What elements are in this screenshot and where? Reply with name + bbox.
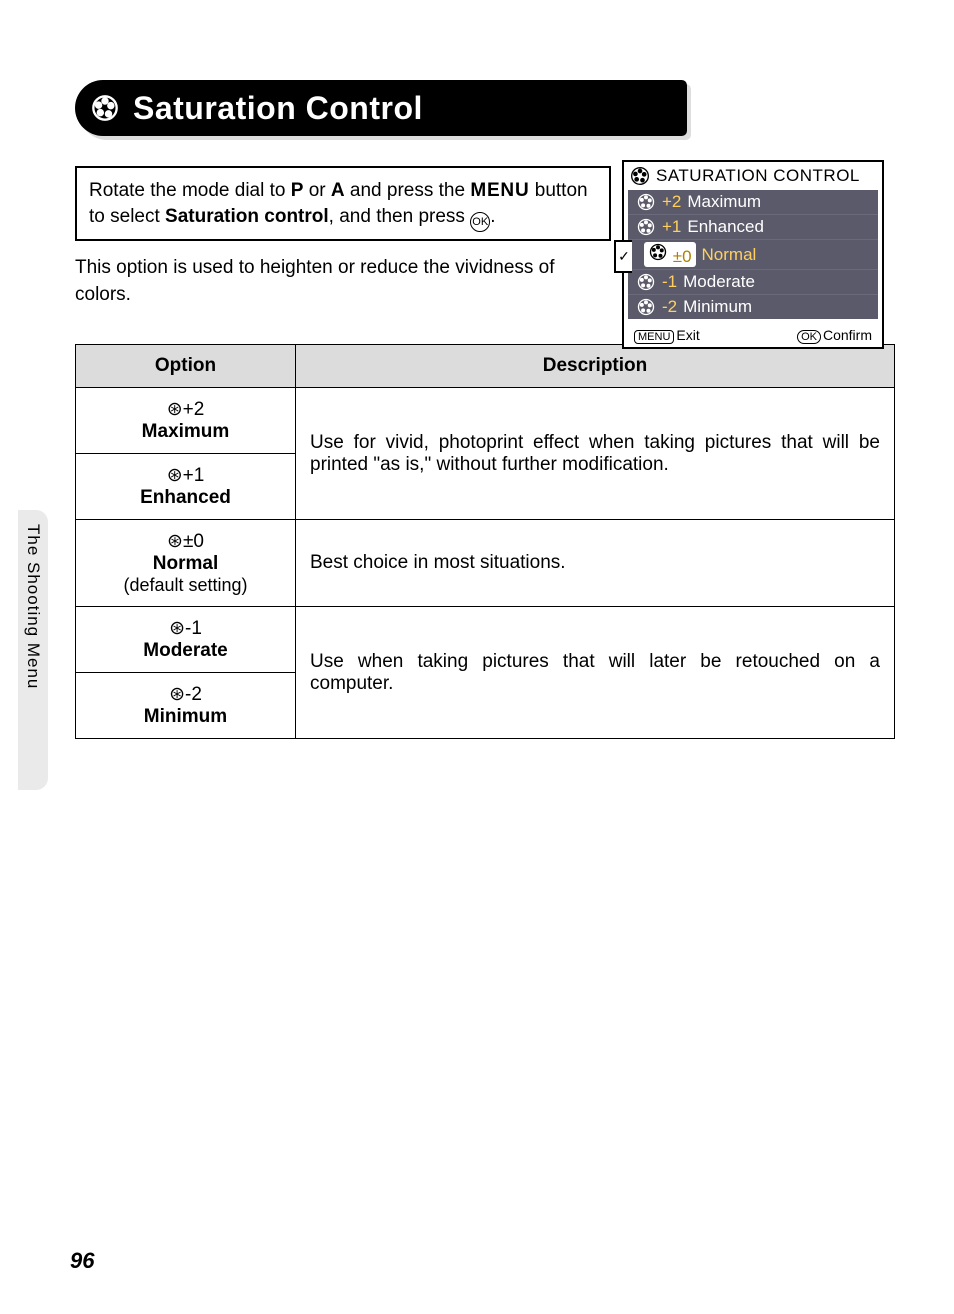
option-label: Moderate — [90, 640, 281, 662]
option-description: Use for vivid, photoprint effect when ta… — [296, 388, 895, 520]
menu-button-label: MENU — [470, 180, 529, 201]
mode-a: A — [331, 180, 345, 201]
section-title: Saturation Control — [133, 90, 423, 127]
option-label: Minimum — [90, 706, 281, 728]
table-row: ⊛-1 Moderate Use when taking pictures th… — [76, 607, 895, 673]
option-label: Normal — [90, 553, 281, 575]
table-header-option: Option — [76, 345, 296, 388]
option-description: Use when taking pictures that will later… — [296, 607, 895, 739]
instruction-box: Rotate the mode dial to P or A and press… — [75, 166, 611, 241]
intro-paragraph: This option is used to heighten or reduc… — [75, 255, 611, 308]
camera-lcd-preview: SATURATION CONTROL +2 Maximum +1 Enhance… — [622, 160, 884, 349]
mode-p: P — [291, 180, 304, 201]
option-code: ⊛+2 — [90, 398, 281, 421]
option-note: (default setting) — [90, 575, 281, 596]
saturation-icon — [630, 166, 650, 186]
option-code: ⊛-2 — [90, 683, 281, 706]
table-header-description: Description — [296, 345, 895, 388]
lcd-footer: MENUExit OKConfirm — [624, 323, 882, 347]
option-label: Enhanced — [90, 487, 281, 509]
lcd-exit[interactable]: MENUExit — [634, 327, 700, 343]
lcd-option-normal[interactable]: ±0 Normal — [628, 240, 878, 270]
option-code: ⊛+1 — [90, 464, 281, 487]
lcd-confirm[interactable]: OKConfirm — [797, 327, 872, 343]
lcd-option-maximum[interactable]: +2 Maximum — [628, 190, 878, 215]
option-description: Best choice in most situations. — [296, 520, 895, 607]
page-number: 96 — [70, 1248, 94, 1274]
option-label: Maximum — [90, 421, 281, 443]
table-row: ⊛+2 Maximum Use for vivid, photoprint ef… — [76, 388, 895, 454]
option-code: ⊛-1 — [90, 617, 281, 640]
lcd-option-enhanced[interactable]: +1 Enhanced — [628, 215, 878, 240]
lcd-menu-list: +2 Maximum +1 Enhanced ±0 Normal -1 Mode… — [628, 190, 878, 319]
table-row: ⊛±0 Normal (default setting) Best choice… — [76, 520, 895, 607]
sidebar-tab-label: The Shooting Menu — [18, 510, 43, 689]
sidebar-tab: The Shooting Menu — [18, 510, 48, 790]
ok-button-icon: OK — [470, 212, 490, 232]
saturation-icon — [91, 94, 119, 122]
lcd-title-text: SATURATION CONTROL — [656, 166, 860, 186]
option-code: ⊛±0 — [90, 530, 281, 553]
menu-item-name: Saturation control — [165, 206, 329, 227]
lcd-title: SATURATION CONTROL — [624, 162, 882, 190]
options-table: Option Description ⊛+2 Maximum Use for v… — [75, 344, 895, 739]
lcd-option-moderate[interactable]: -1 Moderate — [628, 270, 878, 295]
section-title-bar: Saturation Control — [75, 80, 687, 136]
lcd-option-minimum[interactable]: -2 Minimum — [628, 295, 878, 319]
